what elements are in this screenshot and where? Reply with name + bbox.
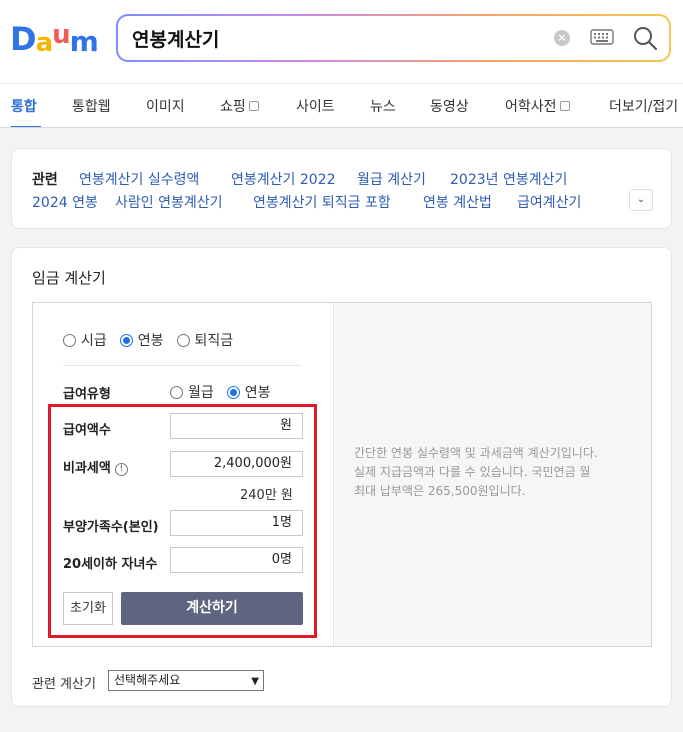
related-label: 관련 bbox=[32, 172, 58, 188]
highlight-box bbox=[48, 404, 317, 638]
tab-shopping-label: 쇼핑 bbox=[220, 99, 246, 115]
radio-button-checked[interactable] bbox=[226, 385, 240, 399]
calculator-title: 임금 계산기 bbox=[32, 269, 106, 287]
logo-letter: m bbox=[69, 25, 99, 58]
external-icon bbox=[248, 101, 259, 111]
chevron-down-icon[interactable]: ⌄ bbox=[629, 189, 653, 211]
search-box: × bbox=[116, 14, 671, 62]
info-line: 최대 납부액은 265,500원입니다. bbox=[354, 484, 526, 498]
calculator-info-text: 간단한 연봉 실수령액 및 과세금액 계산기입니다. 실제 지급금액과 다를 수… bbox=[354, 444, 644, 501]
mode-severance-option[interactable]: 퇴직금 bbox=[176, 330, 234, 350]
tab-videos[interactable]: 동영상 bbox=[430, 96, 469, 116]
mode-hourly-option[interactable]: 시급 bbox=[63, 330, 107, 350]
search-icon[interactable] bbox=[632, 25, 658, 51]
radio-button[interactable] bbox=[63, 333, 76, 347]
calculator-panel: 시급 연봉 퇴직금 급여유형 월급 연봉 급여액수 원 비과세액 ! 2,400… bbox=[32, 302, 652, 647]
wage-calculator-card: 임금 계산기 시급 연봉 퇴직금 급여유형 월급 연봉 급여액수 원 비과세액 … bbox=[11, 247, 672, 707]
keyboard-icon[interactable] bbox=[590, 29, 614, 45]
related-link[interactable]: 2023년 연봉계산기 bbox=[450, 169, 567, 189]
radio-button-checked[interactable] bbox=[119, 333, 133, 347]
related-calculator-select[interactable]: 선택해주세요 ▼ bbox=[108, 670, 264, 691]
search-tabs: 통합 통합웹 이미지 쇼핑 사이트 뉴스 동영상 어학사전 더보기/접기 bbox=[0, 83, 683, 128]
clear-icon[interactable]: × bbox=[554, 30, 570, 46]
logo-letter: a bbox=[35, 28, 54, 58]
search-input[interactable] bbox=[132, 24, 532, 52]
info-line: 실제 지급금액과 다를 수 있습니다. 국민연금 월 bbox=[354, 465, 591, 479]
tab-more[interactable]: 더보기/접기 bbox=[609, 96, 678, 116]
mode-hourly-label: 시급 bbox=[81, 333, 107, 349]
tab-images[interactable]: 이미지 bbox=[146, 96, 185, 116]
pay-type-radio-group: 월급 연봉 bbox=[170, 382, 284, 402]
tab-dictionary-label: 어학사전 bbox=[505, 99, 557, 115]
divider bbox=[63, 365, 302, 366]
logo-letter: u bbox=[52, 20, 70, 50]
logo-letter: D bbox=[10, 20, 37, 58]
chevron-down-icon: ▼ bbox=[251, 676, 259, 687]
pay-type-annual-label: 연봉 bbox=[244, 385, 271, 401]
tab-dictionary[interactable]: 어학사전 bbox=[505, 96, 570, 116]
related-searches: 관련 연봉계산기 실수령액 연봉계산기 2022 월급 계산기 2023년 연봉… bbox=[11, 148, 672, 229]
mode-annual-label: 연봉 bbox=[137, 333, 164, 349]
radio-button[interactable] bbox=[170, 385, 183, 399]
tab-sites[interactable]: 사이트 bbox=[296, 96, 335, 116]
header: D a u m × bbox=[0, 0, 683, 83]
pay-type-annual-option[interactable]: 연봉 bbox=[226, 382, 271, 402]
tab-news[interactable]: 뉴스 bbox=[370, 96, 396, 116]
related-link[interactable]: 월급 계산기 bbox=[357, 169, 426, 189]
mode-annual-option[interactable]: 연봉 bbox=[119, 330, 164, 350]
pay-type-monthly-label: 월급 bbox=[188, 385, 214, 401]
tab-integrated[interactable]: 통합 bbox=[11, 96, 37, 116]
select-value: 선택해주세요 bbox=[114, 673, 181, 687]
info-line: 간단한 연봉 실수령액 및 과세금액 계산기입니다. bbox=[354, 446, 598, 460]
related-calculator-label: 관련 계산기 bbox=[32, 677, 96, 692]
pay-type-label: 급여유형 bbox=[63, 387, 111, 402]
daum-logo[interactable]: D a u m bbox=[10, 18, 99, 58]
calculator-form: 시급 연봉 퇴직금 급여유형 월급 연봉 급여액수 원 비과세액 ! 2,400… bbox=[33, 303, 334, 646]
related-link[interactable]: 연봉계산기 퇴직금 포함 bbox=[253, 192, 391, 212]
tab-shopping[interactable]: 쇼핑 bbox=[220, 96, 259, 116]
radio-button[interactable] bbox=[176, 333, 190, 347]
external-icon bbox=[559, 101, 570, 111]
related-link[interactable]: 연봉계산기 2022 bbox=[231, 169, 335, 189]
tab-integrated-web[interactable]: 통합웹 bbox=[72, 96, 111, 116]
active-tab-indicator bbox=[11, 126, 41, 127]
mode-radio-group: 시급 연봉 퇴직금 bbox=[63, 330, 246, 350]
mode-severance-label: 퇴직금 bbox=[194, 333, 234, 349]
related-link[interactable]: 사람인 연봉계산기 bbox=[115, 192, 223, 212]
related-link[interactable]: 급여계산기 bbox=[517, 192, 581, 212]
related-link[interactable]: 2024 연봉 bbox=[32, 192, 98, 212]
related-link[interactable]: 연봉 계산법 bbox=[423, 192, 492, 212]
calculator-info-panel: 간단한 연봉 실수령액 및 과세금액 계산기입니다. 실제 지급금액과 다를 수… bbox=[335, 303, 651, 646]
pay-type-monthly-option[interactable]: 월급 bbox=[170, 382, 214, 402]
related-link[interactable]: 연봉계산기 실수령액 bbox=[79, 169, 199, 189]
